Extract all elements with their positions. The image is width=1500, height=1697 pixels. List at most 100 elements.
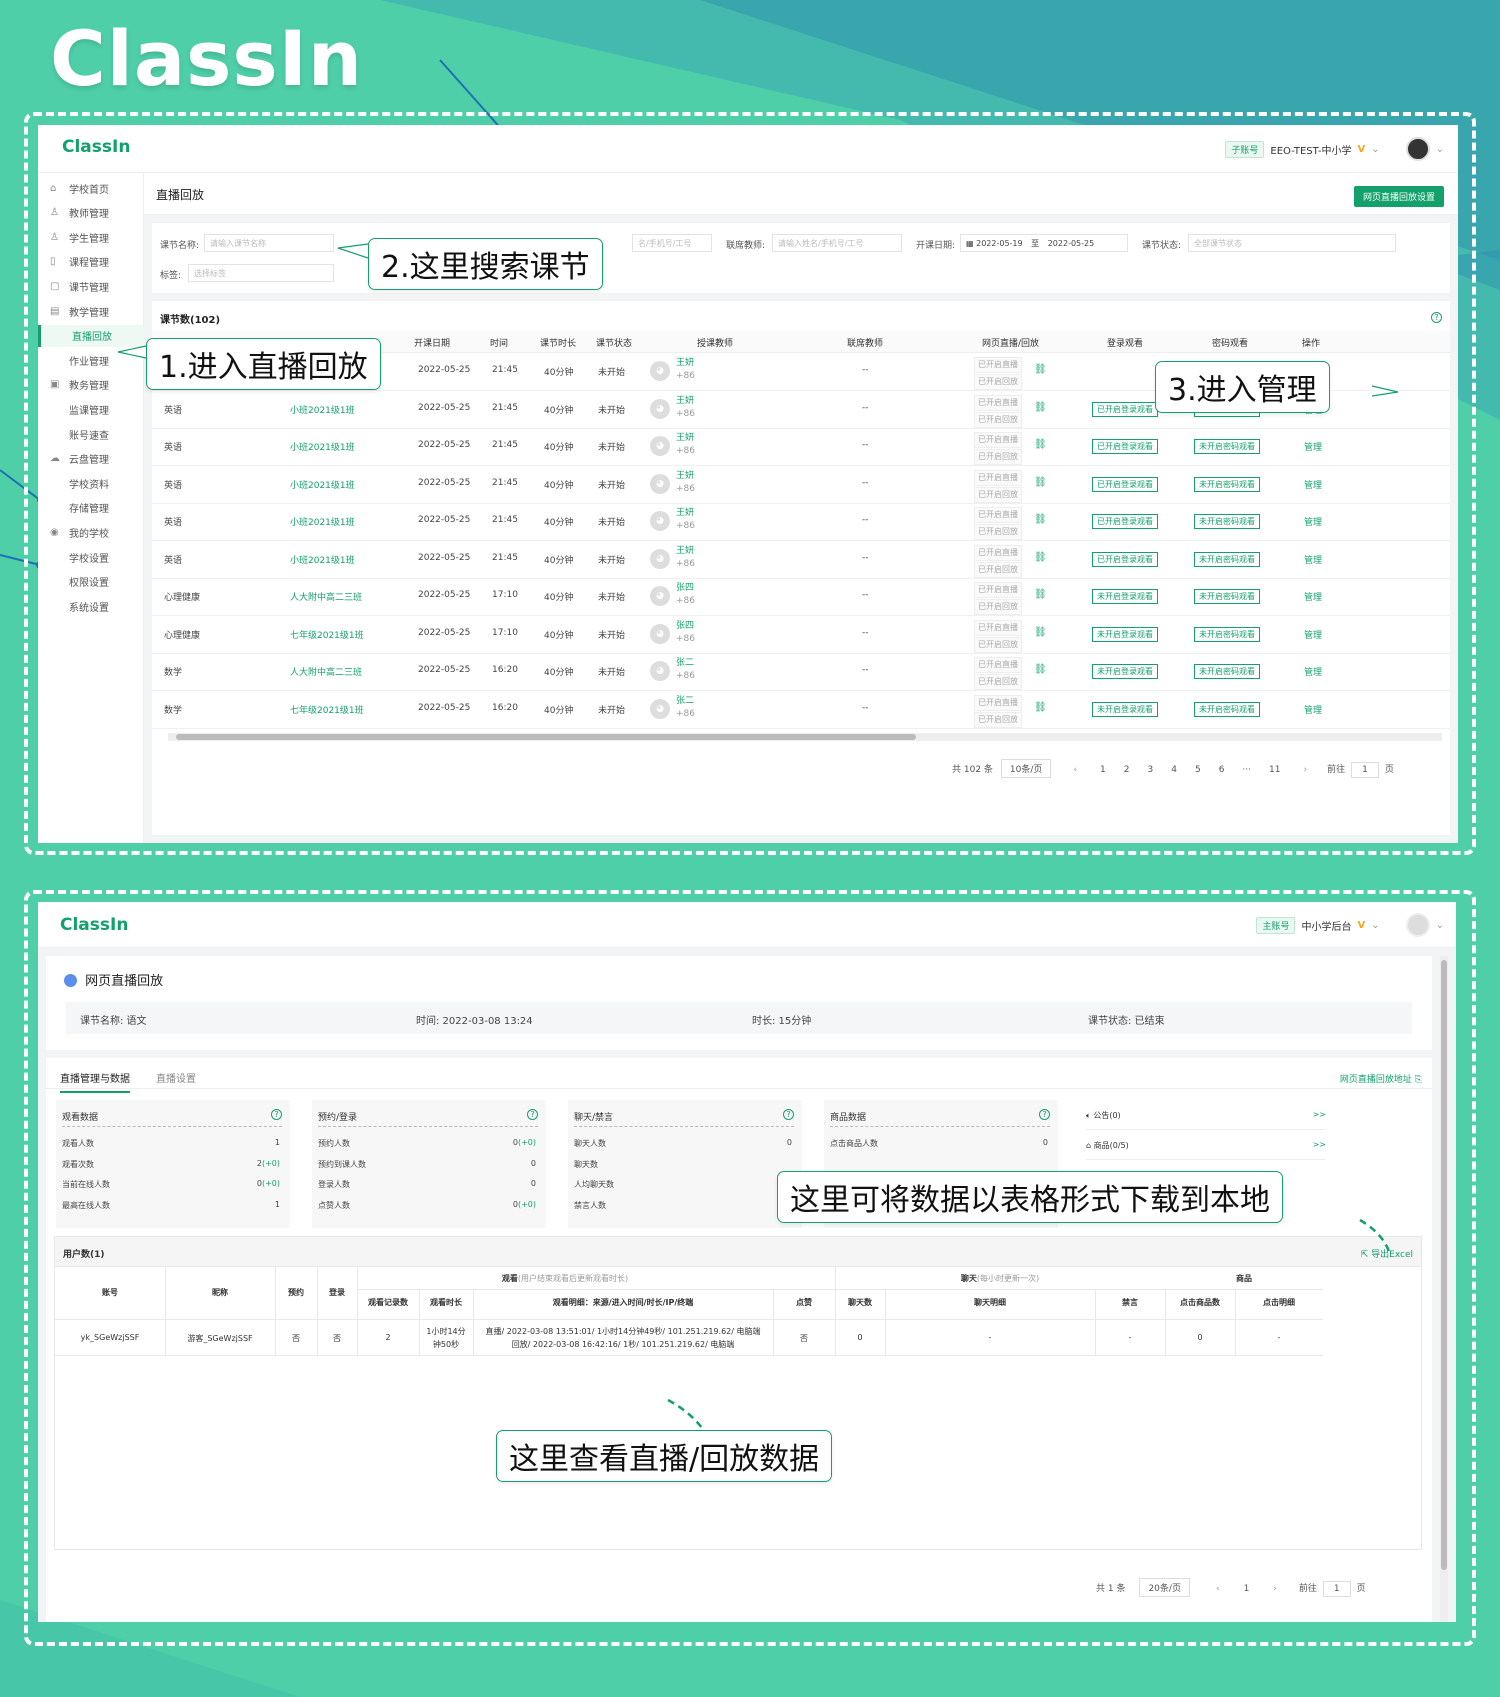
chevron-right-icon[interactable]: › [1303, 765, 1307, 775]
lesson-name-input[interactable]: 请输入课节名称 [204, 234, 334, 252]
tab-live-settings[interactable]: 直播设置 [156, 1070, 196, 1085]
goto-input[interactable]: 1 [1322, 1581, 1351, 1597]
course-link[interactable]: 小班2021级1班 [290, 515, 355, 528]
sidebar-item-0[interactable]: ⌂ 学校首页 [38, 177, 144, 199]
sidebar-item-17[interactable]: 系统设置 [38, 595, 144, 617]
link-icon[interactable]: ⛓ [1034, 439, 1047, 450]
course-link[interactable]: 人大附中高二三班 [290, 665, 362, 678]
goto-input[interactable]: 1 [1351, 762, 1379, 778]
login-watch-tag[interactable]: 未开启登录观看 [1092, 626, 1158, 642]
notice-entry[interactable]: 🔈︎ 公告(0) >> [1086, 1110, 1326, 1130]
help-icon[interactable]: ? [527, 1109, 538, 1120]
goods-entry[interactable]: ⌂ 商品(0/5) >> [1086, 1140, 1326, 1160]
page-size-select[interactable]: 10条/页 [1000, 759, 1052, 778]
password-watch-tag[interactable]: 未开启密码观看 [1194, 589, 1260, 604]
page-number[interactable]: 1 [1100, 765, 1106, 775]
course-link[interactable]: 人大附中高二三班 [290, 590, 362, 603]
teacher-cell[interactable]: 王妍 +86 [676, 357, 695, 383]
sidebar-item-12[interactable]: 学校资料 [38, 472, 144, 494]
vertical-scrollbar[interactable] [1440, 956, 1448, 1622]
sidebar-item-8[interactable]: ▣ 教务管理 [38, 374, 144, 396]
password-watch-tag[interactable]: 未开启密码观看 [1194, 551, 1260, 567]
manage-link[interactable]: 管理 [1304, 628, 1322, 641]
chevron-left-icon[interactable]: ‹ [1216, 1584, 1220, 1594]
help-icon[interactable]: ? [1431, 312, 1442, 323]
teacher-cell[interactable]: 王妍 +86 [676, 470, 695, 496]
login-watch-tag[interactable]: 已开启登录观看 [1092, 476, 1158, 492]
password-watch-tag[interactable]: 未开启密码观看 [1194, 664, 1260, 679]
teacher-cell[interactable]: 张二 +86 [676, 695, 695, 721]
sidebar-item-15[interactable]: 学校设置 [38, 546, 144, 568]
manage-link[interactable]: 管理 [1304, 703, 1322, 716]
course-link[interactable]: 小班2021级1班 [290, 478, 355, 491]
date-range-picker[interactable]: ▦ 2022-05-19 至 2022-05-25 [960, 234, 1128, 252]
page-number[interactable]: ··· [1242, 765, 1251, 775]
link-icon[interactable]: ⛓ [1034, 552, 1047, 563]
tag-select[interactable]: 选择标签 [188, 264, 334, 282]
manage-link[interactable]: 管理 [1304, 590, 1322, 603]
login-watch-tag[interactable]: 未开启登录观看 [1092, 589, 1158, 604]
link-icon[interactable]: ⛓ [1034, 364, 1047, 375]
password-watch-tag[interactable]: 未开启密码观看 [1194, 514, 1260, 529]
sidebar-item-13[interactable]: 存储管理 [38, 497, 144, 519]
sidebar-item-11[interactable]: ☁ 云盘管理 [38, 448, 144, 470]
link-icon[interactable]: ⛓ [1034, 514, 1047, 525]
page-number[interactable]: 6 [1219, 765, 1225, 775]
teacher-cell[interactable]: 张二 +86 [676, 657, 695, 683]
sidebar-item-4[interactable]: ▢ 课节管理 [38, 275, 144, 297]
page-size-select[interactable]: 20条/页 [1139, 1578, 1190, 1597]
sidebar-item-14[interactable]: ◉ 我的学校 [38, 521, 144, 543]
page-number[interactable]: 3 [1147, 765, 1153, 775]
sidebar-item-3[interactable]: ▯ 课程管理 [38, 251, 144, 273]
sidebar-item-7[interactable]: 作业管理 [38, 349, 144, 371]
sidebar-item-16[interactable]: 权限设置 [38, 571, 144, 593]
avatar[interactable] [1405, 913, 1430, 937]
account-menu[interactable]: 主账号 中小学后台 V ⌄ ⌄ [1256, 913, 1444, 937]
login-watch-tag[interactable]: 未开启登录观看 [1092, 701, 1158, 717]
course-link[interactable]: 七年级2021级1班 [290, 703, 364, 716]
link-icon[interactable]: ⛓ [1034, 402, 1047, 413]
password-watch-tag[interactable]: 未开启密码观看 [1194, 476, 1260, 492]
page-number[interactable]: 11 [1269, 765, 1280, 775]
link-icon[interactable]: ⛓ [1034, 664, 1047, 675]
course-link[interactable]: 七年级2021级1班 [290, 628, 364, 641]
teacher-cell[interactable]: 王妍 +86 [676, 432, 695, 458]
teacher-cell[interactable]: 王妍 +86 [676, 545, 695, 571]
sidebar-item-9[interactable]: 监课管理 [38, 398, 144, 420]
manage-link[interactable]: 管理 [1304, 478, 1322, 491]
course-link[interactable]: 小班2021级1班 [290, 553, 355, 566]
sidebar-item-5[interactable]: ▤ 教学管理 [38, 300, 144, 322]
course-link[interactable]: 小班2021级1班 [290, 440, 355, 453]
page-number[interactable]: 5 [1195, 765, 1201, 775]
login-watch-tag[interactable]: 未开启登录观看 [1092, 664, 1158, 679]
help-icon[interactable]: ? [271, 1109, 282, 1120]
page-number[interactable]: 1 [1244, 1584, 1250, 1594]
manage-link[interactable]: 管理 [1304, 515, 1322, 528]
manage-link[interactable]: 管理 [1304, 665, 1322, 678]
teacher-input[interactable]: 名/手机号/工号 [632, 234, 712, 252]
avatar[interactable] [1405, 137, 1430, 161]
teacher-cell[interactable]: 张四 +86 [676, 620, 695, 646]
teacher-cell[interactable]: 王妍 +86 [676, 395, 695, 421]
status-select[interactable]: 全部课节状态 [1188, 234, 1396, 252]
sidebar-item-2[interactable]: ♙ 学生管理 [38, 226, 144, 248]
manage-link[interactable]: 管理 [1304, 440, 1322, 453]
password-watch-tag[interactable]: 未开启密码观看 [1194, 439, 1260, 454]
login-watch-tag[interactable]: 已开启登录观看 [1092, 439, 1158, 454]
password-watch-tag[interactable]: 未开启密码观看 [1194, 701, 1260, 717]
co-teacher-input[interactable]: 请输入姓名/手机号/工号 [772, 234, 902, 252]
page-number[interactable]: 4 [1171, 765, 1177, 775]
link-icon[interactable]: ⛓ [1034, 477, 1047, 488]
teacher-cell[interactable]: 王妍 +86 [676, 507, 695, 533]
chevron-right-icon[interactable]: › [1273, 1584, 1277, 1594]
course-link[interactable]: 小班2021级1班 [290, 403, 355, 416]
horizontal-scrollbar[interactable] [168, 733, 1442, 741]
teacher-cell[interactable]: 张四 +86 [676, 582, 695, 608]
page-number[interactable]: 2 [1124, 765, 1130, 775]
link-icon[interactable]: ⛓ [1034, 702, 1047, 713]
replay-settings-button[interactable]: 网页直播回放设置 [1353, 186, 1444, 207]
export-excel-button[interactable]: ⇱ 导出Excel [1361, 1247, 1413, 1260]
help-icon[interactable]: ? [783, 1109, 794, 1120]
password-watch-tag[interactable]: 未开启密码观看 [1194, 626, 1260, 642]
manage-link[interactable]: 管理 [1304, 553, 1322, 566]
